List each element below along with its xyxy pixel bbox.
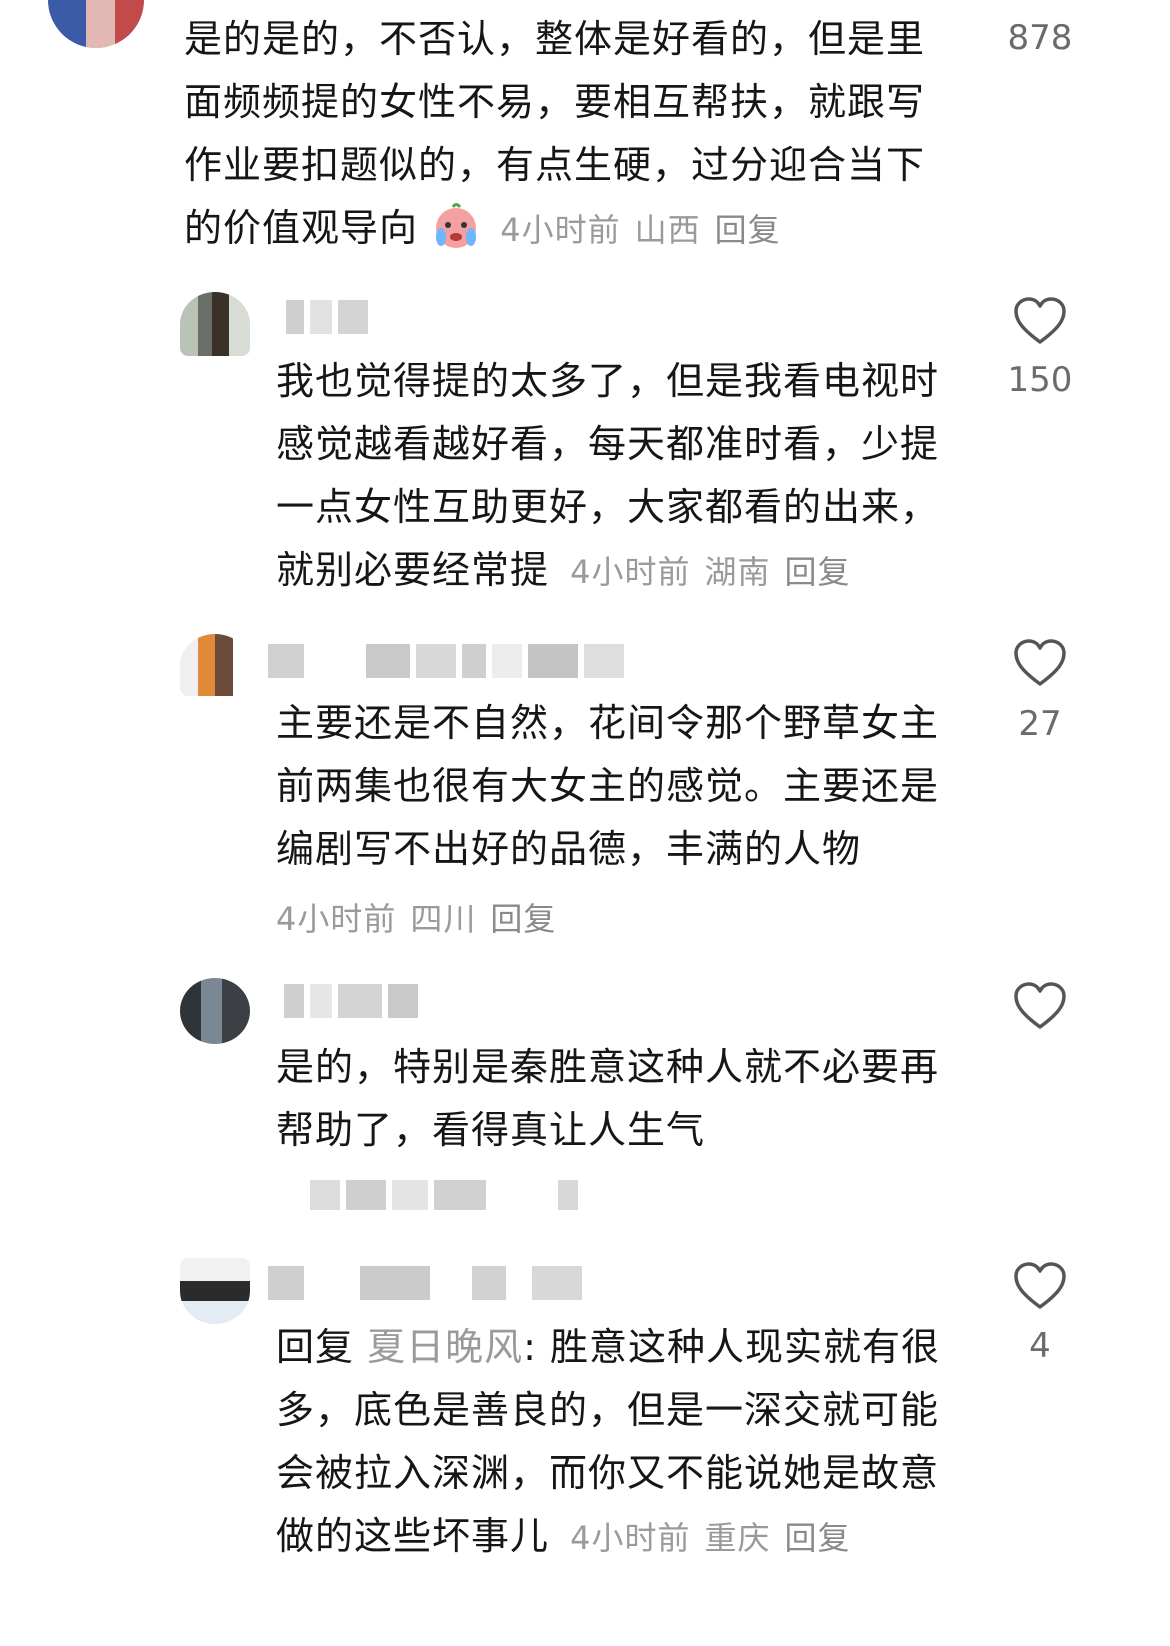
comment-text: 是的是的，不否认，整体是好看的，但是里 面频频提的女性不易，要相互帮扶，就跟写 … bbox=[184, 17, 926, 251]
comment-time: 4小时前 bbox=[570, 1519, 691, 1557]
like-count: 4 bbox=[1029, 1326, 1051, 1366]
comment-text: 回复 夏日晚风: 胜意这种人现实就有很 多，底色是善良的，但是一深交就可能 会被… bbox=[276, 1325, 941, 1558]
comment-meta: 4小时前 湖南 回复 bbox=[570, 553, 864, 591]
comment-location: 山西 bbox=[634, 211, 701, 249]
comment-location: 湖南 bbox=[704, 553, 771, 591]
reply-button[interactable]: 回复 bbox=[785, 1519, 851, 1557]
avatar[interactable] bbox=[180, 634, 250, 696]
avatar[interactable] bbox=[48, 0, 144, 48]
comment-text: 主要还是不自然，花间令那个野草女主 前两集也很有大女主的感觉。主要还是 编剧写不… bbox=[276, 701, 940, 871]
comment-meta: 4小时前 四川 回复 bbox=[276, 894, 570, 940]
comment-time: 4小时前 bbox=[570, 553, 691, 591]
reply-label: 回复 bbox=[276, 1325, 355, 1369]
reply-button[interactable]: 回复 bbox=[490, 900, 556, 938]
heart-outline-icon[interactable] bbox=[1013, 296, 1067, 346]
reply-button[interactable]: 回复 bbox=[785, 553, 851, 591]
heart-outline-icon[interactable] bbox=[1013, 638, 1067, 688]
like-count: 27 bbox=[1018, 704, 1062, 744]
comment-time: 4小时前 bbox=[500, 211, 621, 249]
username-blurred[interactable] bbox=[284, 984, 418, 1018]
username-blurred[interactable] bbox=[268, 644, 624, 678]
avatar[interactable] bbox=[180, 292, 250, 356]
reply-button[interactable]: 回复 bbox=[715, 211, 781, 249]
comment-meta-blurred bbox=[310, 1180, 578, 1210]
like-count: 878 bbox=[1007, 18, 1073, 58]
crying-face-emoji-icon bbox=[431, 201, 481, 251]
comment-location: 四川 bbox=[410, 900, 477, 938]
comment-time: 4小时前 bbox=[276, 900, 397, 938]
comment-text: 是的，特别是秦胜意这种人就不必要再 帮助了，看得真让人生气 bbox=[276, 1045, 940, 1152]
comment-location: 重庆 bbox=[704, 1519, 771, 1557]
comment-text: 我也觉得提的太多了，但是我看电视时 感觉越看越好看，每天都准时看，少提 一点女性… bbox=[276, 359, 940, 592]
like-count: 150 bbox=[1007, 360, 1073, 400]
avatar[interactable] bbox=[180, 978, 250, 1044]
heart-outline-icon[interactable] bbox=[1013, 1261, 1067, 1311]
comment-meta: 4小时前 山西 回复 bbox=[500, 211, 794, 249]
heart-outline-icon[interactable] bbox=[1013, 981, 1067, 1031]
username-blurred[interactable] bbox=[286, 300, 368, 334]
reply-to-username[interactable]: 夏日晚风 bbox=[367, 1325, 523, 1369]
avatar[interactable] bbox=[180, 1258, 250, 1324]
comment-meta: 4小时前 重庆 回复 bbox=[570, 1519, 864, 1557]
username-blurred[interactable] bbox=[268, 1266, 582, 1300]
